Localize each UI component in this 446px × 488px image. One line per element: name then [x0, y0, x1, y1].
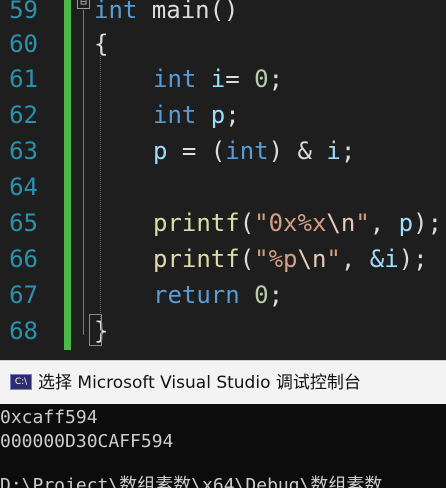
change-indicator-bar — [64, 0, 71, 350]
code-editor[interactable]: 59 60 61 62 63 64 65 66 67 68 ⊟ int main… — [0, 0, 446, 360]
number-token: 0 — [254, 65, 269, 93]
keyword-token: int — [225, 137, 269, 165]
line-number: 65 — [9, 209, 38, 237]
keyword-token: int — [153, 101, 197, 129]
code-line-65[interactable]: printf("0x%x\n", p); — [153, 205, 442, 241]
fold-guide-line — [83, 10, 84, 335]
operator-token: = — [225, 65, 255, 93]
operator-token: ) & — [268, 137, 327, 165]
console-output-line: 000000D30CAFF594 — [0, 431, 174, 452]
string-token: 0x%x — [268, 209, 327, 237]
code-line-60[interactable]: { — [94, 26, 108, 62]
variable-token: i — [326, 137, 341, 165]
code-line-62[interactable]: int p; — [153, 97, 240, 133]
semicolon-token: ; — [268, 65, 284, 93]
number-token: 0 — [254, 281, 269, 309]
console-window-title: 选择 Microsoft Visual Studio 调试控制台 — [38, 373, 361, 393]
code-line-67[interactable]: return 0; — [153, 277, 283, 313]
code-line-66[interactable]: printf("%p\n", &i); — [153, 241, 428, 277]
string-token: " — [254, 209, 269, 237]
line-number: 61 — [9, 65, 38, 93]
semicolon-token: ; — [225, 101, 240, 129]
string-token: " — [355, 209, 370, 237]
escape-token: \n — [297, 245, 327, 273]
line-number: 59 — [9, 0, 38, 24]
semicolon-token: ; — [268, 281, 284, 309]
comma-token: , — [369, 209, 399, 237]
string-token: " — [326, 245, 341, 273]
paren-token: ( — [239, 209, 255, 237]
semicolon-token: ; — [340, 137, 356, 165]
text-token: main() — [137, 0, 239, 24]
escape-token: \n — [326, 209, 356, 237]
line-number: 60 — [9, 30, 38, 58]
keyword-token: int — [94, 0, 138, 24]
variable-token: p — [153, 137, 168, 165]
variable-token: p — [196, 101, 226, 129]
console-output-area[interactable]: 0xcaff594 000000D30CAFF594 D:\Project\数组… — [0, 404, 446, 488]
console-app-icon: C:\ — [10, 374, 32, 390]
line-number: 67 — [9, 281, 38, 309]
line-number: 64 — [9, 173, 38, 201]
line-number: 63 — [9, 137, 38, 165]
collapse-icon[interactable]: ⊟ — [77, 0, 90, 9]
indent-guide — [100, 56, 101, 321]
line-number: 66 — [9, 245, 38, 273]
comma-token: , — [340, 245, 370, 273]
string-token: " — [254, 245, 269, 273]
keyword-token: int — [153, 65, 197, 93]
paren-token: ( — [239, 245, 255, 273]
code-line-63[interactable]: p = (int) & i; — [153, 133, 355, 169]
function-token: printf — [153, 245, 240, 273]
variable-token: p — [398, 209, 414, 237]
code-line-59[interactable]: int main() — [94, 0, 239, 28]
line-number: 68 — [9, 317, 38, 345]
keyword-token: return — [153, 281, 240, 309]
string-token: %p — [268, 245, 298, 273]
console-title-bar[interactable]: C:\ 选择 Microsoft Visual Studio 调试控制台 — [0, 360, 446, 404]
console-output-line: 0xcaff594 — [0, 407, 98, 428]
brace-token: { — [94, 30, 109, 58]
variable-token: i — [196, 65, 226, 93]
brace-match-highlight — [89, 314, 102, 346]
code-line-61[interactable]: int i= 0; — [153, 61, 283, 97]
function-token: printf — [153, 209, 240, 237]
console-output-line: D:\Project\数组素数\x64\Debug\数组素数 — [0, 475, 383, 488]
paren-token: ); — [398, 245, 428, 273]
variable-token: &i — [369, 245, 399, 273]
paren-token: ); — [413, 209, 443, 237]
line-number: 62 — [9, 101, 38, 129]
operator-token: = ( — [167, 137, 226, 165]
